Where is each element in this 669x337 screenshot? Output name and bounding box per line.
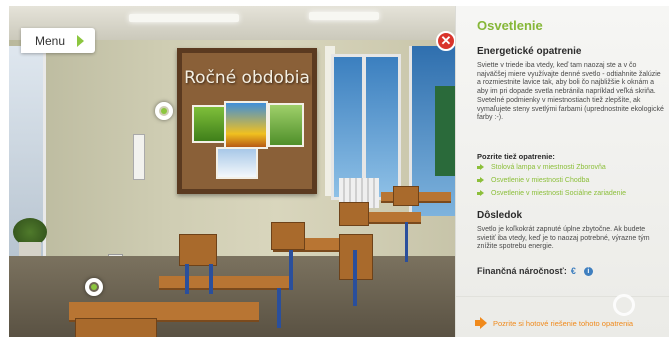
season-photo-spring — [192, 105, 226, 143]
desk-leg — [277, 288, 281, 328]
desk-leg — [289, 250, 293, 290]
scene-hotspot-icon[interactable] — [85, 278, 103, 296]
classroom-scene[interactable]: Ročné obdobia Menu ✕ — [9, 6, 455, 337]
see-also-link-zborovna[interactable]: Stolová lampa v miestnosti Zborovňa — [477, 164, 606, 171]
see-also-link-chodba[interactable]: Osvetlenie v miestnosti Chodba — [477, 177, 589, 184]
cost-row: Finančná náročnosť: € i — [477, 266, 593, 276]
desk — [159, 276, 289, 288]
desk-leg — [353, 250, 357, 306]
see-also-link-socialne-zariadenie[interactable]: Osvetlenie v miestnosti Sociálne zariade… — [477, 190, 626, 197]
chair — [339, 202, 369, 226]
chair — [271, 222, 305, 250]
chair-leg — [185, 264, 189, 294]
solution-cta-link[interactable]: Pozrite si hotové riešenie tohoto opatre… — [475, 317, 634, 329]
chalkboard — [435, 86, 455, 176]
close-icon[interactable]: ✕ — [436, 31, 455, 51]
ceiling-light — [309, 12, 379, 20]
panel-divider — [456, 296, 669, 297]
thermostat — [133, 134, 145, 180]
menu-arrow-icon — [77, 34, 85, 47]
info-panel: Osvetlenie Energetické opatrenie Sviette… — [455, 6, 669, 337]
menu-button[interactable]: Menu — [21, 28, 95, 53]
measure-heading: Energetické opatrenie — [477, 46, 582, 57]
ceiling-light — [129, 14, 239, 22]
info-icon[interactable]: i — [583, 266, 593, 276]
see-also-link-label: Stolová lampa v miestnosti Zborovňa — [491, 164, 606, 171]
link-arrow-icon — [477, 177, 484, 183]
link-arrow-icon — [477, 164, 484, 170]
cost-value: € — [570, 266, 576, 276]
panel-title: Osvetlenie — [477, 18, 543, 33]
see-also-heading: Pozrite tiež opatrenie: — [477, 152, 555, 161]
chair — [393, 186, 419, 206]
link-arrow-icon — [477, 190, 484, 196]
see-also-link-label: Osvetlenie v miestnosti Sociálne zariade… — [491, 190, 627, 197]
chair — [75, 318, 157, 337]
menu-label: Menu — [35, 33, 66, 48]
chair-leg — [209, 264, 213, 294]
cost-label: Finančná náročnosť: — [477, 266, 567, 276]
hotspot-indicator-icon — [613, 294, 635, 316]
season-photo-autumn — [224, 101, 268, 149]
corkboard-title: Ročné obdobia — [184, 68, 310, 88]
consequence-text: Svetlo je koľkokrát zapnuté úplne zbytoč… — [477, 226, 650, 251]
season-photo-summer — [268, 103, 304, 147]
measure-text: Sviette v triede iba vtedy, keď tam naoz… — [477, 62, 664, 122]
see-also-link-label: Osvetlenie v miestnosti Chodba — [491, 177, 590, 184]
season-photo-winter — [216, 147, 258, 179]
chair — [179, 234, 217, 266]
app-root: Ročné obdobia Menu ✕ Osvetlenie Energeti… — [0, 0, 669, 337]
consequence-heading: Dôsledok — [477, 210, 523, 221]
desk-leg — [405, 222, 408, 262]
cta-label: Pozrite si hotové riešenie tohoto opatre… — [493, 318, 634, 328]
scene-hotspot-icon[interactable] — [155, 102, 173, 120]
cta-arrow-icon — [475, 317, 487, 329]
corkboard: Ročné obdobia — [177, 48, 317, 194]
